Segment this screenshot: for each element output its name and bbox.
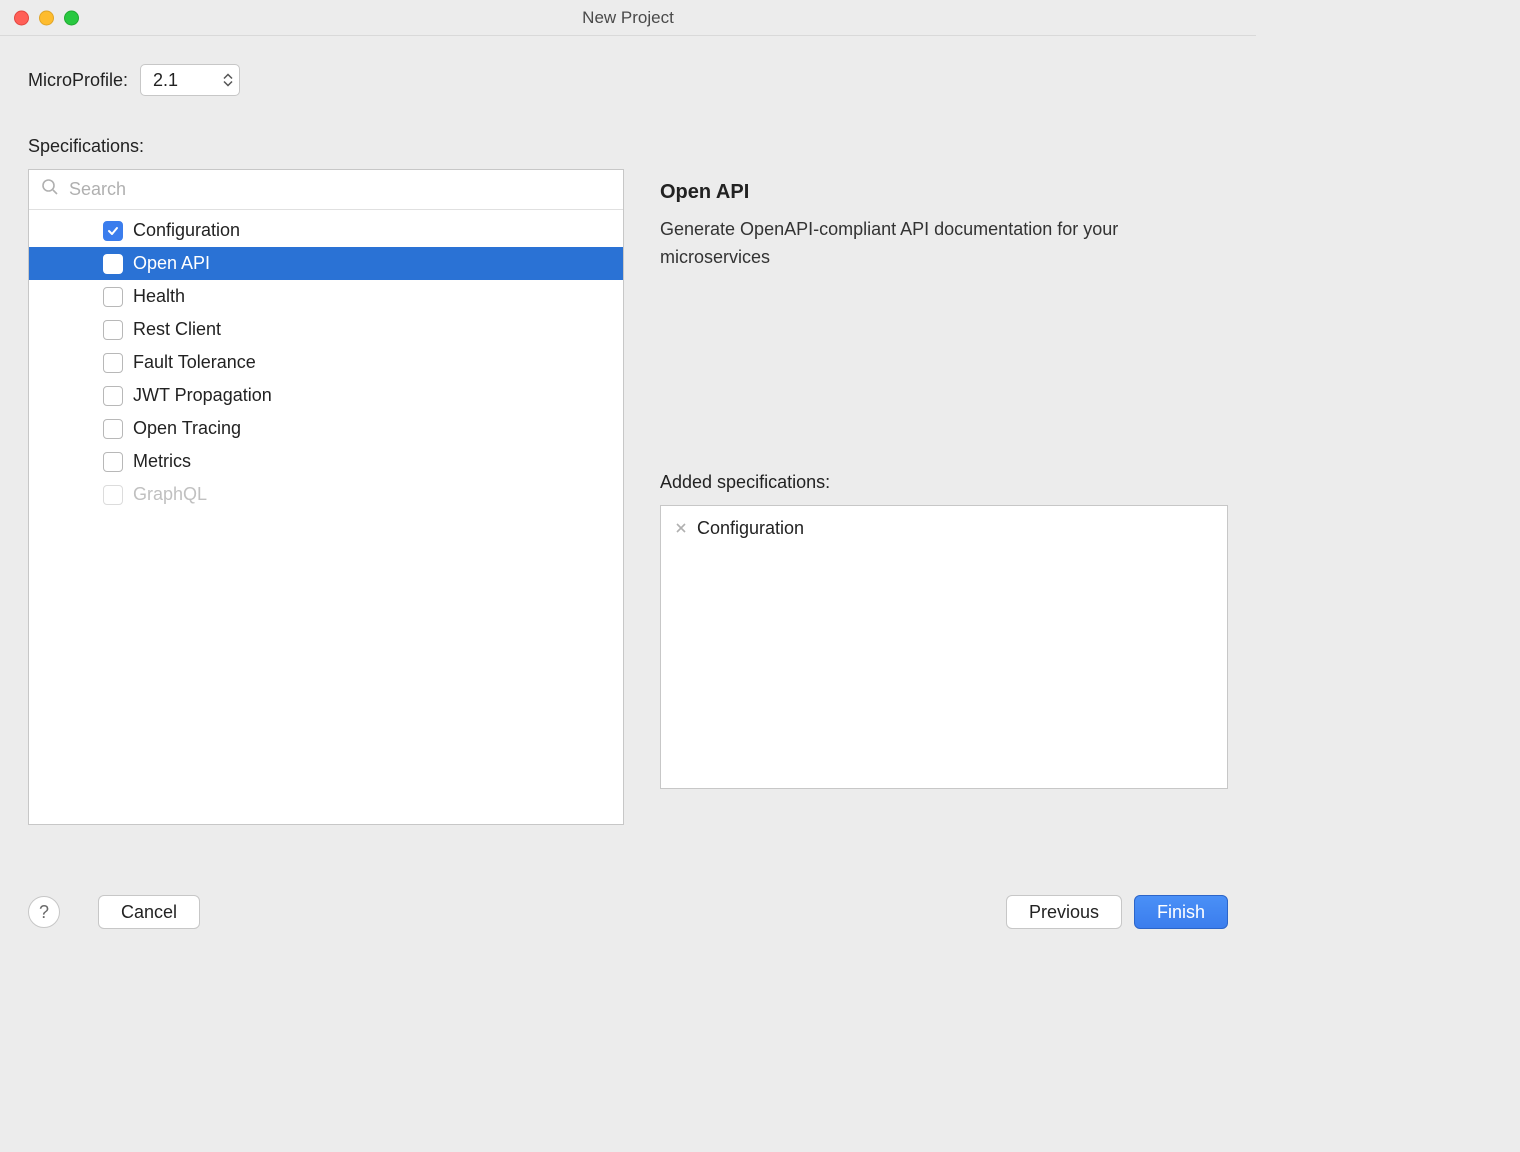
close-window-icon[interactable]: [14, 10, 29, 25]
spec-item-label: Rest Client: [133, 319, 221, 340]
window-title: New Project: [0, 8, 1256, 28]
added-spec-label: Configuration: [697, 518, 804, 539]
spec-item[interactable]: JWT Propagation: [29, 379, 623, 412]
spec-item[interactable]: Health: [29, 280, 623, 313]
spec-item[interactable]: Metrics: [29, 445, 623, 478]
spec-checkbox[interactable]: [103, 353, 123, 373]
zoom-window-icon[interactable]: [64, 10, 79, 25]
added-specs-box: Configuration: [660, 505, 1228, 789]
finish-button[interactable]: Finish: [1134, 895, 1228, 929]
previous-button[interactable]: Previous: [1006, 895, 1122, 929]
added-spec-item: Configuration: [675, 518, 1213, 539]
remove-icon[interactable]: [675, 522, 687, 534]
chevron-updown-icon: [223, 74, 233, 87]
spec-checkbox[interactable]: [103, 320, 123, 340]
spec-item[interactable]: Fault Tolerance: [29, 346, 623, 379]
spec-item-label: GraphQL: [133, 484, 207, 505]
titlebar: New Project: [0, 0, 1256, 36]
detail-body: Generate OpenAPI-compliant API documenta…: [660, 216, 1180, 272]
spec-item-label: Metrics: [133, 451, 191, 472]
spec-checkbox[interactable]: [103, 419, 123, 439]
spec-item-label: Open Tracing: [133, 418, 241, 439]
specifications-label: Specifications:: [28, 136, 1228, 157]
spec-checkbox[interactable]: [103, 287, 123, 307]
window-controls: [14, 10, 79, 25]
spec-checkbox[interactable]: [103, 452, 123, 472]
spec-checkbox[interactable]: [103, 254, 123, 274]
spec-checkbox: [103, 485, 123, 505]
search-input[interactable]: [69, 179, 611, 200]
microprofile-label: MicroProfile:: [28, 70, 128, 91]
spec-item[interactable]: Open API: [29, 247, 623, 280]
spec-item: GraphQL: [29, 478, 623, 511]
footer: ? Cancel Previous Finish: [0, 872, 1256, 952]
search-bar: [29, 170, 623, 210]
microprofile-select[interactable]: 2.1: [140, 64, 240, 96]
minimize-window-icon[interactable]: [39, 10, 54, 25]
spec-item[interactable]: Rest Client: [29, 313, 623, 346]
spec-item-label: Open API: [133, 253, 210, 274]
specifications-listbox: Configuration Open API Health Rest Client Fa…: [28, 169, 624, 825]
spec-item[interactable]: Configuration: [29, 214, 623, 247]
spec-item-label: Fault Tolerance: [133, 352, 256, 373]
added-specs-label: Added specifications:: [660, 472, 1228, 493]
help-button[interactable]: ?: [28, 896, 60, 928]
search-icon: [41, 178, 59, 201]
cancel-button[interactable]: Cancel: [98, 895, 200, 929]
spec-checkbox[interactable]: [103, 386, 123, 406]
detail-title: Open API: [660, 181, 1228, 204]
spec-checkbox[interactable]: [103, 221, 123, 241]
spec-item-label: JWT Propagation: [133, 385, 272, 406]
spec-item[interactable]: Open Tracing: [29, 412, 623, 445]
microprofile-value: 2.1: [153, 70, 178, 91]
spec-item-label: Configuration: [133, 220, 240, 241]
spec-item-label: Health: [133, 286, 185, 307]
